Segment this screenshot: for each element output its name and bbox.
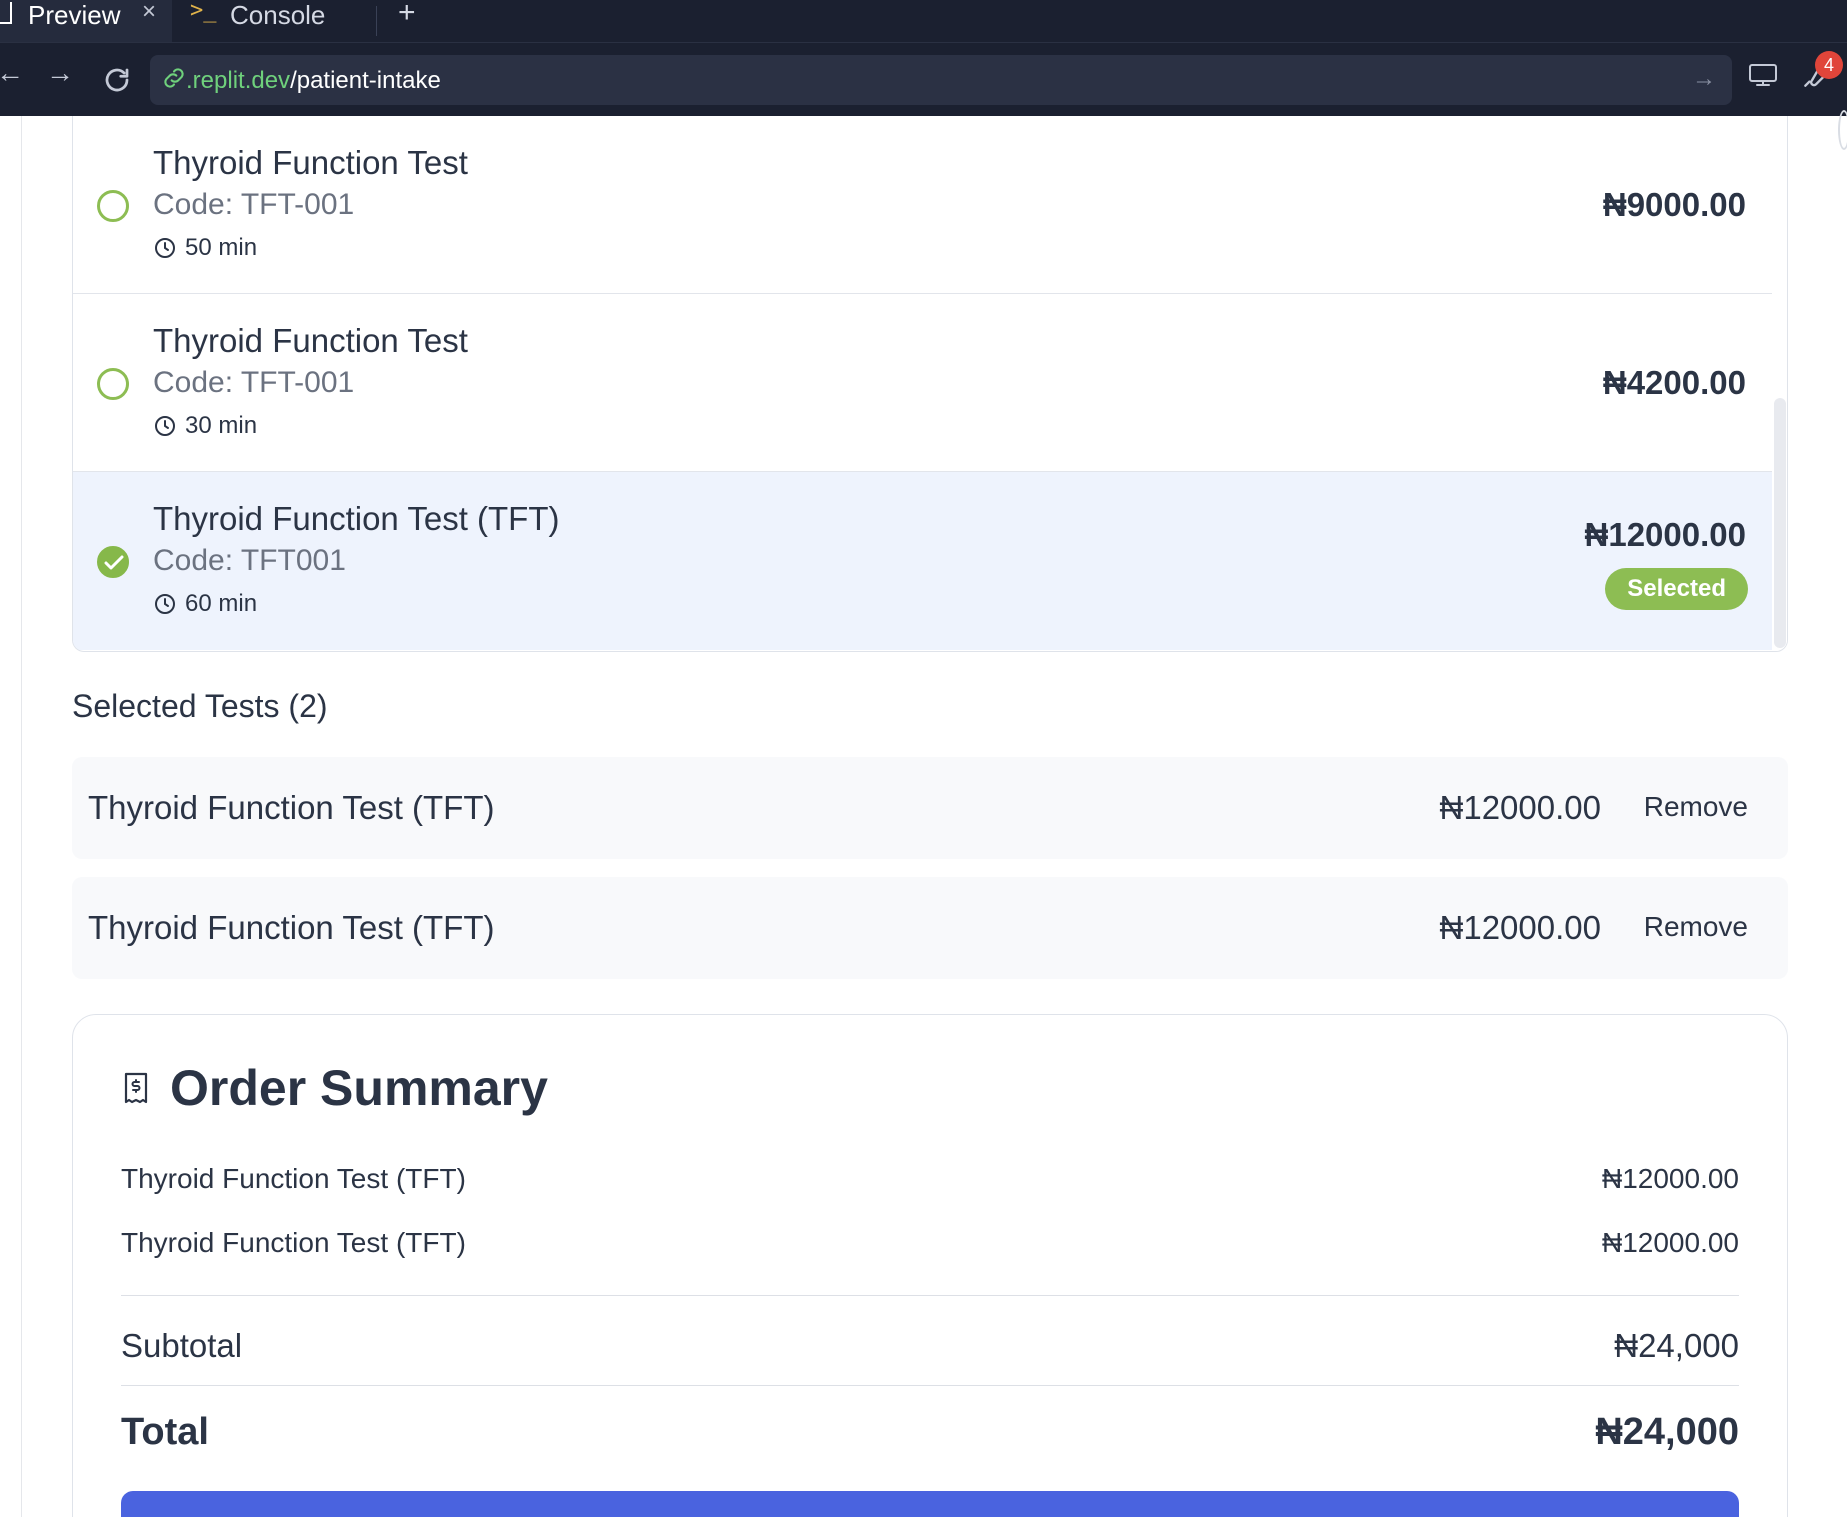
duration-text: 30 min (185, 412, 258, 439)
check-icon (104, 555, 124, 570)
forward-button[interactable]: → (46, 57, 74, 89)
terminal-icon: >_ (190, 0, 217, 23)
test-code: Code: TFT001 (153, 544, 346, 577)
remove-button[interactable]: Remove (1644, 911, 1748, 943)
page-left-border (21, 116, 22, 1517)
browser-tab-bar: Preview × >_ Console + (0, 0, 1847, 42)
selected-test-row: Thyroid Function Test (TFT) ₦12000.00 Re… (72, 757, 1788, 859)
test-code: Code: TFT-001 (153, 366, 355, 399)
total-value: ₦24,000 (1595, 1411, 1739, 1453)
scrollbar-thumb[interactable] (1774, 398, 1786, 648)
test-price: ₦4200.00 (1602, 364, 1746, 401)
test-name: Thyroid Function Test (153, 144, 468, 181)
subtotal-value: ₦24,000 (1614, 1327, 1739, 1364)
test-code: Code: TFT-001 (153, 188, 355, 221)
summary-divider (121, 1385, 1739, 1386)
selected-test-price: ₦12000.00 (1439, 789, 1601, 826)
tab-console[interactable]: >_ Console (180, 0, 376, 42)
url-host: .replit.dev (186, 67, 291, 94)
tab-divider (376, 6, 377, 36)
selected-test-row: Thyroid Function Test (TFT) ₦12000.00 Re… (72, 877, 1788, 979)
monitor-icon[interactable] (1748, 63, 1778, 87)
summary-divider (121, 1295, 1739, 1296)
selected-test-price: ₦12000.00 (1439, 909, 1601, 946)
summary-item-price: ₦12000.00 (1601, 1163, 1739, 1194)
radio-button-checked[interactable] (97, 546, 129, 578)
test-duration: 30 min (153, 412, 257, 440)
test-price: ₦9000.00 (1602, 186, 1746, 223)
new-tab-button[interactable]: + (398, 0, 416, 30)
radio-button[interactable] (97, 190, 129, 222)
clock-icon (155, 594, 175, 614)
go-arrow-icon[interactable]: → (1692, 65, 1716, 93)
reload-icon[interactable] (102, 65, 132, 95)
remove-button[interactable]: Remove (1644, 791, 1748, 823)
test-name: Thyroid Function Test (153, 322, 468, 359)
notification-badge: 4 (1815, 51, 1843, 79)
url-text: .replit.dev/patient-intake (186, 67, 441, 95)
link-icon (164, 68, 184, 88)
order-summary-title: Order Summary (170, 1060, 548, 1116)
clock-icon (155, 238, 175, 258)
tab-preview-label: Preview (28, 0, 121, 30)
tab-console-label: Console (230, 0, 326, 30)
tab-preview[interactable]: Preview × (0, 0, 172, 42)
test-duration: 60 min (153, 590, 257, 618)
test-name: Thyroid Function Test (TFT) (153, 500, 560, 537)
test-option[interactable]: Thyroid Function Test Code: TFT-001 30 m… (73, 294, 1772, 472)
subtotal-label: Subtotal (121, 1327, 243, 1364)
summary-item-price: ₦12000.00 (1601, 1227, 1739, 1258)
url-bar[interactable]: .replit.dev/patient-intake → (150, 55, 1732, 105)
test-duration: 50 min (153, 234, 257, 262)
summary-item-name: Thyroid Function Test (TFT) (121, 1227, 466, 1258)
duration-text: 50 min (185, 234, 258, 261)
order-summary-card: Order Summary Thyroid Function Test (TFT… (72, 1014, 1788, 1517)
selected-tests-heading: Selected Tests (2) (72, 688, 328, 724)
receipt-icon (124, 1072, 148, 1104)
clock-icon (155, 416, 175, 436)
preview-icon (0, 2, 12, 24)
browser-nav-bar: ← → .replit.dev/patient-intake → 4 (0, 42, 1847, 116)
radio-button[interactable] (97, 368, 129, 400)
summary-item-name: Thyroid Function Test (TFT) (121, 1163, 466, 1194)
total-label: Total (121, 1411, 209, 1453)
close-icon[interactable]: × (142, 0, 156, 26)
duration-text: 60 min (185, 590, 258, 617)
test-price: ₦12000.00 (1584, 516, 1746, 553)
floating-handle[interactable] (1838, 110, 1847, 150)
place-order-button[interactable] (121, 1491, 1739, 1517)
selected-test-name: Thyroid Function Test (TFT) (88, 789, 495, 826)
scrollbar[interactable] (1772, 116, 1787, 651)
url-path: /patient-intake (290, 67, 441, 94)
selected-test-name: Thyroid Function Test (TFT) (88, 909, 495, 946)
back-button[interactable]: ← (0, 57, 24, 89)
test-option-selected[interactable]: Thyroid Function Test (TFT) Code: TFT001… (73, 472, 1772, 650)
selected-badge: Selected (1605, 568, 1748, 610)
test-option[interactable]: Thyroid Function Test Code: TFT-001 50 m… (73, 116, 1772, 294)
test-list: Thyroid Function Test Code: TFT-001 50 m… (72, 116, 1788, 652)
